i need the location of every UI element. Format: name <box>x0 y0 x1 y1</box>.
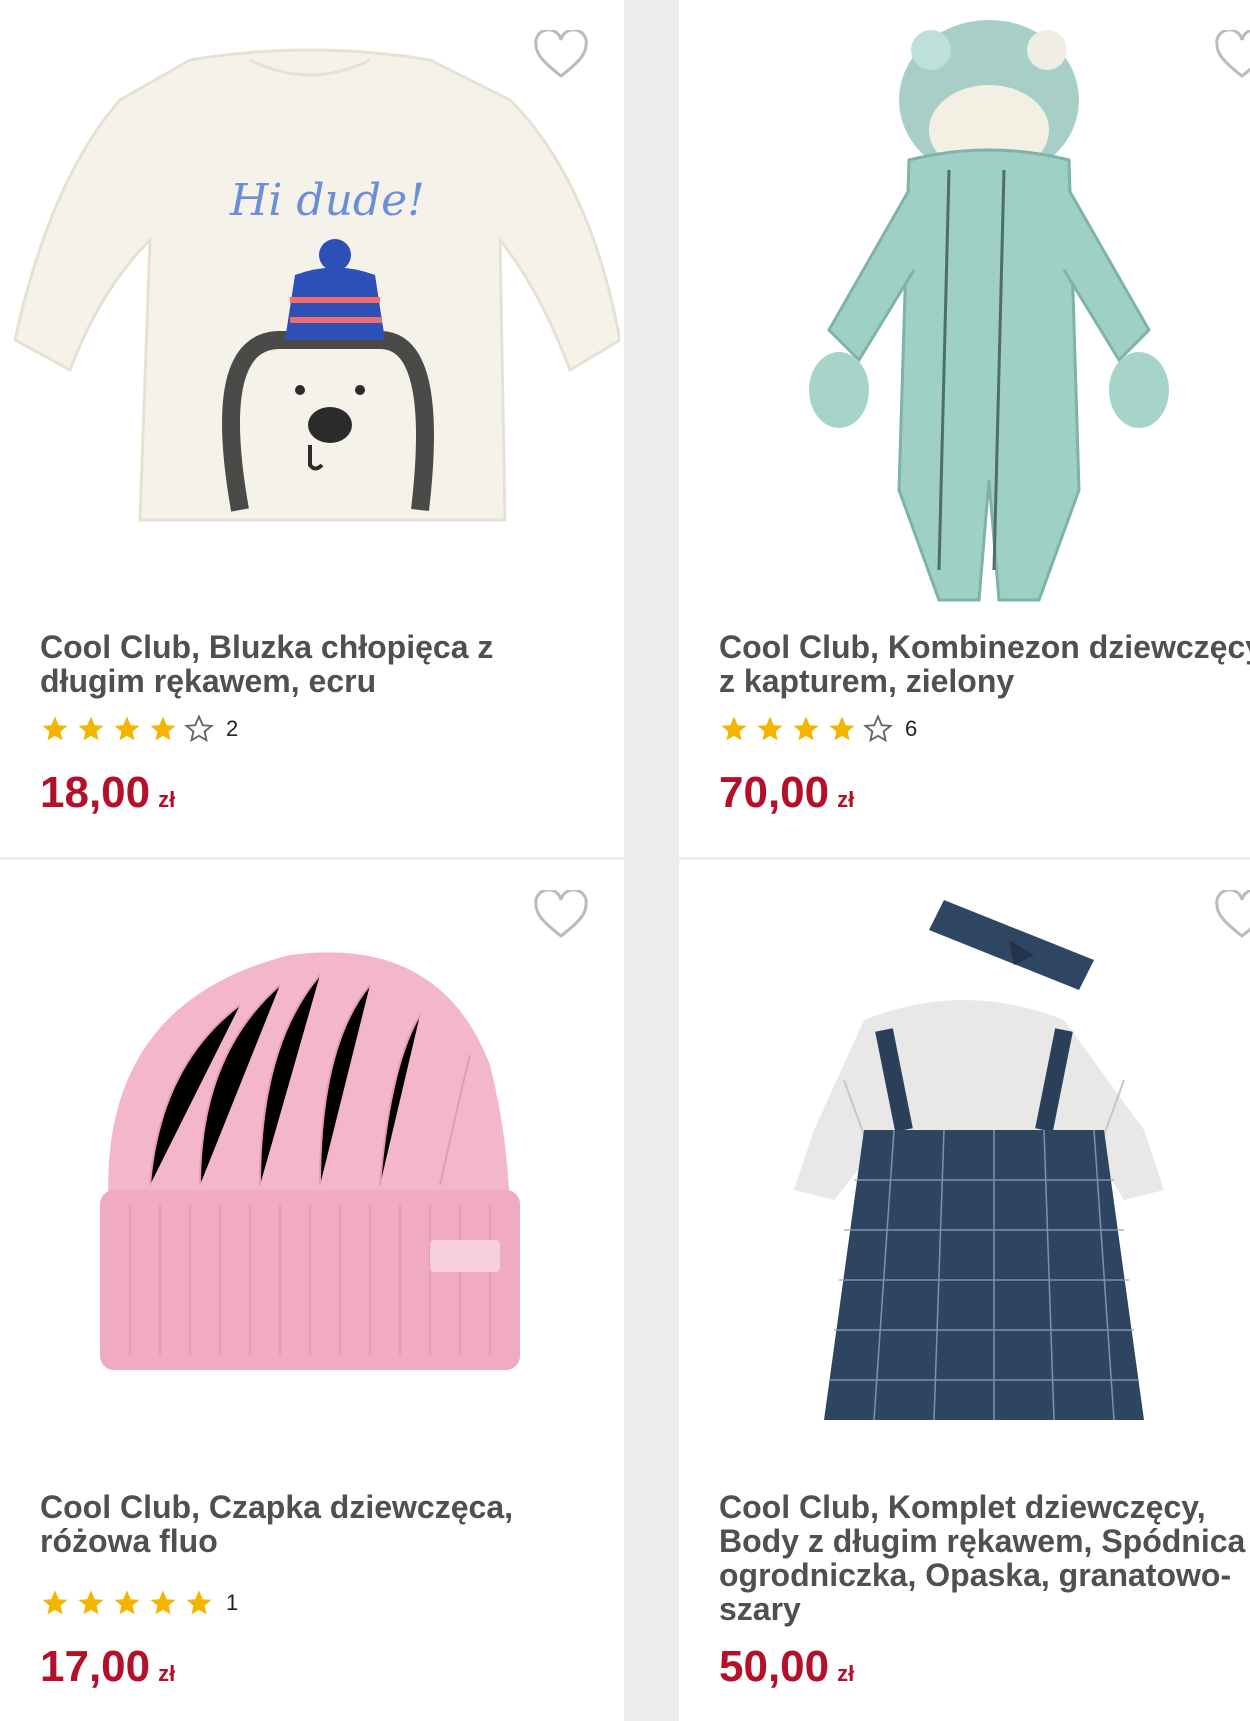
heart-icon[interactable] <box>533 890 589 940</box>
heart-icon[interactable] <box>1214 890 1250 940</box>
product-price: 70,00 zł <box>719 768 855 817</box>
product-image[interactable]: Hi dude! <box>10 40 620 540</box>
review-count: 1 <box>226 1590 239 1615</box>
star-filled-icon <box>721 716 747 741</box>
product-image[interactable] <box>764 890 1204 1450</box>
rating-stars: 2 <box>40 712 238 746</box>
product-price: 17,00 zł <box>40 1642 176 1691</box>
product-price: 18,00 zł <box>40 768 176 817</box>
star-empty-icon <box>184 714 214 743</box>
product-card[interactable]: Cool Club, Kombinezon dziewczęcy z kaptu… <box>679 0 1250 857</box>
product-price: 50,00 zł <box>719 1642 855 1691</box>
star-filled-icon <box>757 716 783 741</box>
heart-icon[interactable] <box>1214 30 1250 80</box>
star-filled-icon <box>793 716 819 741</box>
review-count: 6 <box>905 716 918 741</box>
star-empty-icon <box>863 714 893 743</box>
product-title[interactable]: Cool Club, Bluzka chłopięca z długim ręk… <box>40 630 580 698</box>
product-card[interactable]: Cool Club, Czapka dziewczęca, różowa flu… <box>0 860 624 1721</box>
product-title[interactable]: Cool Club, Kombinezon dziewczęcy z kaptu… <box>719 630 1250 698</box>
star-filled-icon <box>150 716 176 741</box>
star-filled-icon <box>42 716 68 741</box>
star-filled-icon <box>78 1590 104 1615</box>
star-filled-icon <box>150 1590 176 1615</box>
shirt-print-text: Hi dude! <box>229 175 425 226</box>
product-card[interactable]: Cool Club, Komplet dziewczęcy, Body z dł… <box>679 860 1250 1721</box>
review-count: 2 <box>226 716 239 741</box>
product-image[interactable] <box>90 945 540 1375</box>
product-title[interactable]: Cool Club, Czapka dziewczęca, różowa flu… <box>40 1490 580 1558</box>
star-filled-icon <box>42 1590 68 1615</box>
product-image[interactable] <box>789 10 1189 610</box>
star-filled-icon <box>78 716 104 741</box>
product-title[interactable]: Cool Club, Komplet dziewczęcy, Body z dł… <box>719 1490 1250 1626</box>
star-filled-icon <box>114 716 140 741</box>
rating-stars: 6 <box>719 712 917 746</box>
star-filled-icon <box>114 1590 140 1615</box>
star-filled-icon <box>186 1590 212 1615</box>
rating-stars: 1 <box>40 1586 238 1620</box>
product-card[interactable]: Hi dude! Cool Club, Bluzka chłopięca z d… <box>0 0 624 857</box>
star-filled-icon <box>829 716 855 741</box>
